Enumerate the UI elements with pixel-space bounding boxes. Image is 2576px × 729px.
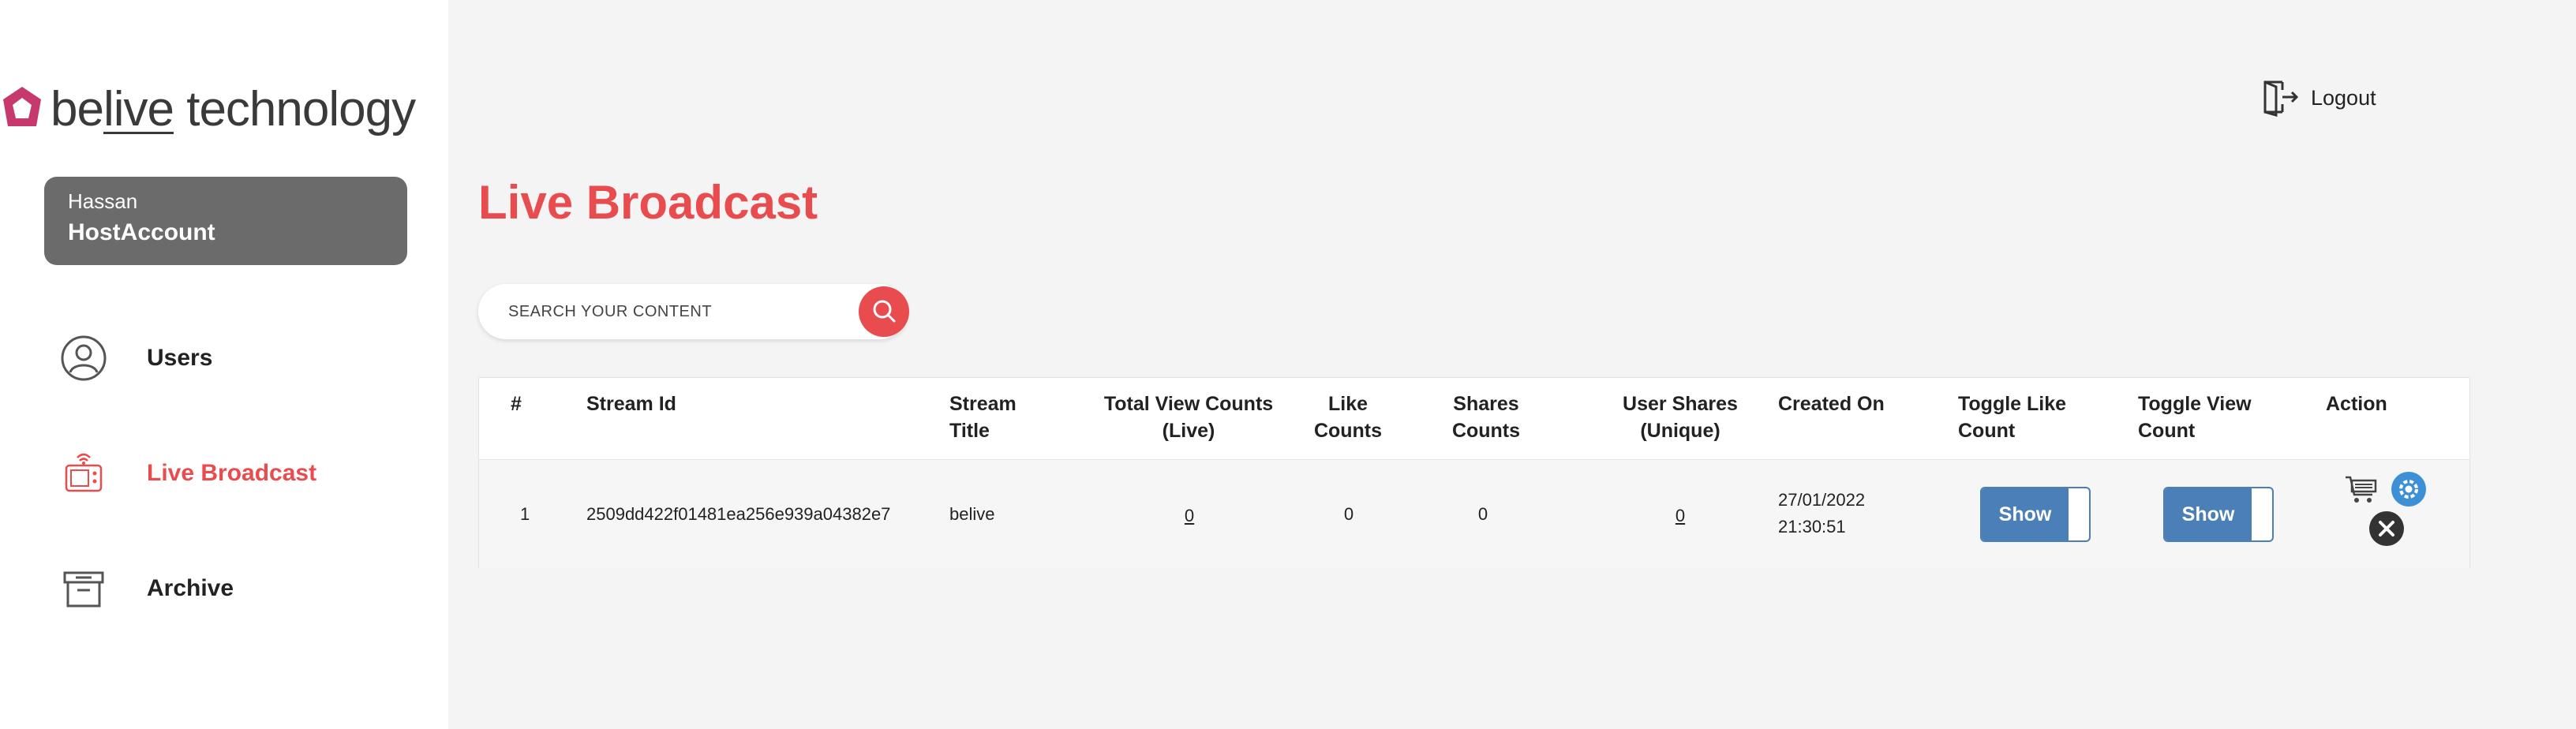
total-view-count-link[interactable]: 0: [1174, 503, 1205, 529]
user-name: Hassan: [68, 189, 138, 213]
archive-box-icon: [60, 565, 107, 612]
sidebar: belive technology Hassan HostAccount Use…: [0, 0, 448, 729]
column-header: Shares Counts: [1451, 393, 1521, 442]
column-header: Stream Id: [586, 393, 676, 415]
logout-button[interactable]: Logout: [2259, 76, 2376, 121]
column-header: Total View Counts (Live): [1103, 393, 1274, 442]
created-on: 27/01/2022 21:30:51: [1778, 490, 1866, 536]
user-account: HostAccount: [68, 219, 215, 245]
sidebar-item-users[interactable]: Users: [60, 327, 212, 390]
column-header: Toggle Like Count: [1958, 393, 2067, 442]
sidebar-item-label: Live Broadcast: [147, 460, 317, 486]
user-card: Hassan HostAccount: [44, 177, 407, 265]
search-icon: [873, 300, 896, 323]
brand-logo[interactable]: belive technology: [0, 76, 416, 142]
toggle-view-count-switch[interactable]: Show: [2163, 487, 2274, 542]
table-header-row: # Stream Id Stream Title Total View Coun…: [479, 378, 2469, 460]
settings-gear-icon[interactable]: [2391, 471, 2427, 507]
user-circle-icon: [60, 335, 107, 382]
column-header: Toggle View Count: [2138, 393, 2252, 442]
sidebar-item-archive[interactable]: Archive: [60, 557, 234, 620]
page-title: Live Broadcast: [478, 176, 818, 229]
column-header: Stream Title: [949, 393, 1017, 442]
stream-title: belive: [949, 504, 995, 524]
search-button[interactable]: [859, 286, 909, 337]
column-header: #: [511, 393, 522, 415]
sidebar-item-live-broadcast[interactable]: Live Broadcast: [60, 442, 316, 505]
toggle-like-label: Show: [1982, 488, 2069, 540]
column-header: Action: [2326, 393, 2387, 415]
logo-text: belive technology: [51, 81, 416, 136]
search-input[interactable]: [508, 298, 824, 325]
table-row: 1 2509dd422f01481ea256e939a04382e7 beliv…: [479, 460, 2469, 569]
broadcast-icon: [60, 450, 107, 497]
search-bar: [478, 284, 909, 339]
sidebar-item-label: Users: [147, 345, 213, 371]
shares-count: 0: [1477, 504, 1488, 524]
toggle-view-label: Show: [2165, 488, 2252, 540]
column-header: Like Counts: [1313, 393, 1383, 442]
cart-icon[interactable]: [2343, 473, 2379, 507]
stream-id: 2509dd422f01481ea256e939a04382e7: [586, 504, 891, 524]
row-index: 1: [520, 504, 530, 524]
logout-icon: [2259, 76, 2300, 121]
sidebar-item-label: Archive: [147, 575, 234, 601]
logout-label: Logout: [2311, 86, 2376, 110]
delete-close-icon[interactable]: [2368, 510, 2405, 547]
broadcast-table: # Stream Id Stream Title Total View Coun…: [478, 377, 2470, 569]
toggle-like-count-switch[interactable]: Show: [1980, 487, 2091, 542]
like-count: 0: [1343, 504, 1354, 524]
column-header: Created On: [1778, 393, 1885, 415]
column-header: User Shares (Unique): [1623, 393, 1738, 442]
user-shares-link[interactable]: 0: [1664, 503, 1696, 529]
logo-mark-icon: [3, 87, 41, 126]
